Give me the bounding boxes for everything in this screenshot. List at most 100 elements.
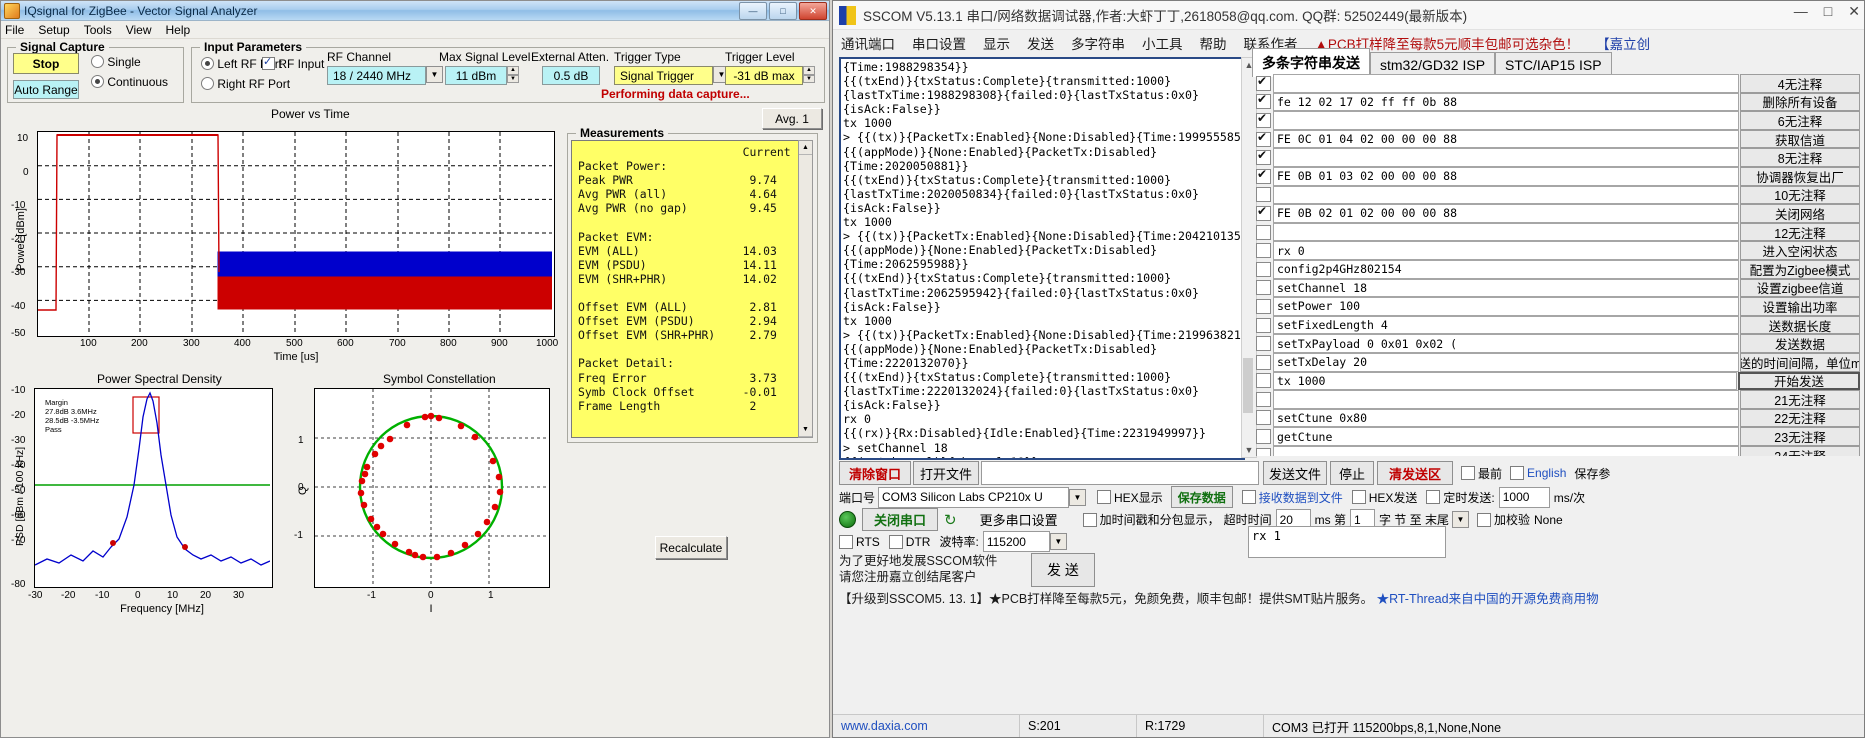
- trigger-type-value[interactable]: Signal Trigger: [614, 66, 713, 85]
- right-rf-port-row[interactable]: Right RF Port: [201, 77, 290, 91]
- single-radio[interactable]: [91, 55, 104, 68]
- command-row[interactable]: tx 1000 开始发送: [1254, 371, 1860, 391]
- max-signal-level-value[interactable]: 11 dBm: [445, 66, 507, 85]
- trigger-level-value[interactable]: -31 dB max: [725, 66, 803, 85]
- command-row[interactable]: rx 0 进入空闲状态: [1254, 241, 1860, 260]
- dtr-checkbox[interactable]: [888, 534, 903, 549]
- command-send-button[interactable]: 获取信道: [1740, 129, 1860, 149]
- continuous-radio[interactable]: [91, 75, 104, 88]
- menu-item-view[interactable]: View: [126, 23, 152, 37]
- command-row[interactable]: getCtune 23无注释: [1254, 427, 1860, 446]
- stop-button[interactable]: Stop: [13, 53, 79, 74]
- clear-send-area-button[interactable]: 清发送区: [1377, 461, 1453, 485]
- checkbox-icon[interactable]: [1256, 317, 1271, 333]
- avg-button[interactable]: Avg. 1: [762, 108, 822, 129]
- external-atten-value[interactable]: 0.5 dB: [542, 66, 600, 85]
- clear-window-button[interactable]: 清除窗口: [839, 461, 911, 485]
- rf-channel-combo[interactable]: 18 / 2440 MHz ▼: [327, 66, 443, 85]
- checkbox-icon[interactable]: [1256, 130, 1271, 147]
- hex-display-checkbox[interactable]: [1097, 490, 1112, 504]
- latest-checkbox[interactable]: [1461, 466, 1475, 480]
- command-row[interactable]: fe 12 02 17 02 ff ff 0b 88删除所有设备: [1254, 92, 1860, 112]
- command-enable-checkbox[interactable]: [1254, 316, 1273, 335]
- baud-select[interactable]: 115200: [982, 531, 1050, 552]
- checkbox-icon[interactable]: [1256, 447, 1271, 456]
- checkbox-icon[interactable]: [1256, 336, 1271, 352]
- command-send-button[interactable]: 23无注释: [1740, 427, 1860, 446]
- menu-item-help[interactable]: Help: [166, 23, 191, 37]
- open-file-button[interactable]: 打开文件: [913, 461, 979, 485]
- multi-string-command-list[interactable]: 4无注释fe 12 02 17 02 ff ff 0b 88删除所有设备6无注释…: [1254, 74, 1860, 456]
- menu-item-setup[interactable]: Setup: [38, 23, 69, 37]
- command-send-button[interactable]: 删除所有设备: [1740, 92, 1860, 112]
- command-row[interactable]: 6无注释: [1254, 111, 1860, 130]
- trigger-level-stepper[interactable]: ▲ ▼: [803, 66, 815, 83]
- status-site[interactable]: www.daxia.com: [833, 715, 1020, 737]
- close-icon[interactable]: ✕: [799, 2, 827, 20]
- command-text-input[interactable]: fe 12 02 17 02 ff ff 0b 88: [1273, 92, 1739, 112]
- command-row[interactable]: setCtune 0x80 22无注释: [1254, 408, 1860, 428]
- checkbox-icon[interactable]: [1256, 148, 1271, 166]
- checkbox-icon[interactable]: [1256, 410, 1271, 426]
- sscom-minimize-icon[interactable]: —: [1794, 3, 1808, 20]
- command-send-button[interactable]: 送的时间间隔，单位m: [1740, 352, 1860, 372]
- command-enable-checkbox[interactable]: [1254, 372, 1273, 391]
- command-row[interactable]: FE 0C 01 04 02 00 00 00 88获取信道: [1254, 130, 1860, 149]
- checkbox-icon[interactable]: [1256, 354, 1271, 370]
- command-row[interactable]: setPower 100 设置输出功率: [1254, 297, 1860, 316]
- command-row[interactable]: 8无注释: [1254, 148, 1860, 167]
- trigger-type-combo[interactable]: Signal Trigger ▼: [614, 66, 730, 85]
- command-text-input[interactable]: setCtune 0x80: [1273, 408, 1739, 428]
- baud-chevron-down-icon[interactable]: ▼: [1049, 533, 1067, 550]
- command-enable-checkbox[interactable]: [1254, 148, 1273, 167]
- more-port-settings-button[interactable]: 更多串口设置: [965, 509, 1073, 530]
- command-enable-checkbox[interactable]: [1254, 186, 1273, 205]
- command-text-input[interactable]: FE 0B 01 03 02 00 00 00 88: [1273, 166, 1739, 186]
- command-text-input[interactable]: [1273, 111, 1739, 130]
- stop-button-sscom[interactable]: 停止: [1330, 461, 1374, 485]
- checkbox-icon[interactable]: [1256, 111, 1271, 128]
- minimize-icon[interactable]: —: [739, 2, 767, 20]
- port-bar-row2[interactable]: 关闭串口 ↻ 更多串口设置 加时间戳和分包显示， 超时时间 20 ms 第 1 …: [839, 508, 1563, 531]
- command-enable-checkbox[interactable]: [1254, 297, 1273, 316]
- command-send-button[interactable]: 设置zigbee信道: [1740, 278, 1860, 298]
- checkbox-icon[interactable]: [1256, 167, 1271, 184]
- menu-item-tools[interactable]: Tools: [84, 23, 112, 37]
- menu-item-send[interactable]: 发送: [1027, 33, 1054, 53]
- checkbox-icon[interactable]: [1256, 74, 1271, 91]
- command-row[interactable]: FE 0B 02 01 02 00 00 00 88关闭网络: [1254, 204, 1860, 223]
- command-enable-checkbox[interactable]: [1254, 427, 1273, 446]
- command-enable-checkbox[interactable]: [1254, 167, 1273, 186]
- command-text-input[interactable]: [1273, 74, 1739, 93]
- refresh-icon[interactable]: ↻: [944, 511, 957, 529]
- command-send-button[interactable]: 送数据长度: [1740, 315, 1860, 335]
- checkbox-icon[interactable]: [1256, 373, 1271, 389]
- checkbox-icon[interactable]: [1256, 261, 1271, 277]
- measurements-scrollbar[interactable]: ▲ ▼: [798, 140, 813, 438]
- command-enable-checkbox[interactable]: [1254, 390, 1273, 409]
- parity-checkbox[interactable]: [1476, 512, 1491, 527]
- command-send-button[interactable]: 24无注释: [1740, 445, 1860, 456]
- command-text-input[interactable]: [1273, 390, 1739, 409]
- command-text-input[interactable]: rx 0: [1273, 241, 1739, 260]
- command-enable-checkbox[interactable]: [1254, 92, 1273, 112]
- scroll-up-icon[interactable]: ▲: [799, 141, 812, 155]
- timestamp-checkbox[interactable]: [1082, 512, 1097, 527]
- command-text-input[interactable]: [1273, 148, 1739, 167]
- rf-channel-value[interactable]: 18 / 2440 MHz: [327, 66, 426, 85]
- sscom-tabs[interactable]: 多条字符串发送 stm32/GD32 ISP STC/IAP15 ISP: [1252, 48, 1612, 77]
- sscom-window-controls[interactable]: — □ ✕: [1794, 3, 1860, 20]
- auto-range-button[interactable]: Auto Range: [13, 80, 79, 99]
- command-enable-checkbox[interactable]: [1254, 74, 1273, 93]
- tab-multi-string-send[interactable]: 多条字符串发送: [1252, 48, 1370, 77]
- command-enable-checkbox[interactable]: [1254, 409, 1273, 428]
- command-text-input[interactable]: [1273, 185, 1739, 205]
- save-params-label[interactable]: 保存参: [1574, 465, 1610, 482]
- command-send-button[interactable]: 关闭网络: [1740, 204, 1860, 223]
- command-text-input[interactable]: FE 0B 02 01 02 00 00 00 88: [1273, 204, 1739, 223]
- send-textarea[interactable]: rx 1: [1248, 526, 1446, 558]
- checkbox-icon[interactable]: [1256, 243, 1271, 259]
- checkbox-icon[interactable]: [1256, 280, 1271, 296]
- command-enable-checkbox[interactable]: [1254, 241, 1273, 260]
- command-text-input[interactable]: setPower 100: [1273, 297, 1739, 316]
